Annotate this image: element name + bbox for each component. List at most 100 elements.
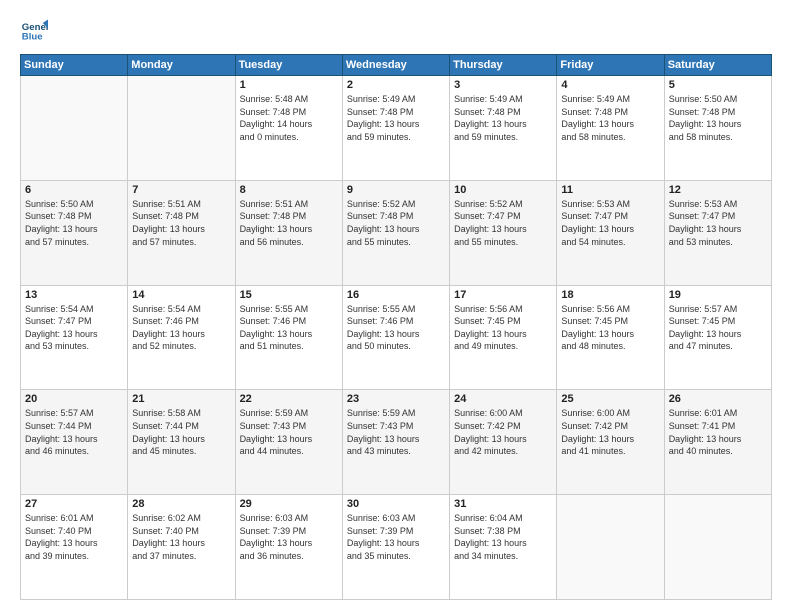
calendar-cell: 20 Sunrise: 5:57 AM Sunset: 7:44 PM Dayli… (21, 390, 128, 495)
calendar-cell: 21 Sunrise: 5:58 AM Sunset: 7:44 PM Dayli… (128, 390, 235, 495)
day-number: 28 (132, 498, 230, 510)
day-number: 18 (561, 289, 659, 301)
calendar-cell: 28 Sunrise: 6:02 AM Sunset: 7:40 PM Dayli… (128, 495, 235, 600)
calendar-table: SundayMondayTuesdayWednesdayThursdayFrid… (20, 54, 772, 600)
day-number: 4 (561, 79, 659, 91)
day-number: 21 (132, 393, 230, 405)
calendar-cell: 3 Sunrise: 5:49 AM Sunset: 7:48 PM Daylig… (450, 76, 557, 181)
calendar-cell: 11 Sunrise: 5:53 AM Sunset: 7:47 PM Dayli… (557, 180, 664, 285)
day-info: Sunrise: 6:03 AM Sunset: 7:39 PM Dayligh… (347, 512, 445, 562)
calendar-cell (128, 76, 235, 181)
day-number: 27 (25, 498, 123, 510)
day-number: 29 (240, 498, 338, 510)
calendar-cell: 12 Sunrise: 5:53 AM Sunset: 7:47 PM Dayli… (664, 180, 771, 285)
day-info: Sunrise: 5:48 AM Sunset: 7:48 PM Dayligh… (240, 93, 338, 143)
day-info: Sunrise: 5:59 AM Sunset: 7:43 PM Dayligh… (240, 407, 338, 457)
weekday-header-saturday: Saturday (664, 55, 771, 76)
calendar-cell: 22 Sunrise: 5:59 AM Sunset: 7:43 PM Dayli… (235, 390, 342, 495)
calendar-cell: 19 Sunrise: 5:57 AM Sunset: 7:45 PM Dayli… (664, 285, 771, 390)
day-number: 24 (454, 393, 552, 405)
calendar-cell: 1Sunrise: 5:48 AM Sunset: 7:48 PM Daylig… (235, 76, 342, 181)
day-info: Sunrise: 5:52 AM Sunset: 7:47 PM Dayligh… (454, 198, 552, 248)
day-number: 5 (669, 79, 767, 91)
day-number: 19 (669, 289, 767, 301)
calendar-cell: 16 Sunrise: 5:55 AM Sunset: 7:46 PM Dayli… (342, 285, 449, 390)
svg-text:Blue: Blue (22, 32, 43, 43)
calendar-cell: 6Sunrise: 5:50 AM Sunset: 7:48 PM Daylig… (21, 180, 128, 285)
weekday-header-sunday: Sunday (21, 55, 128, 76)
day-info: Sunrise: 5:57 AM Sunset: 7:44 PM Dayligh… (25, 407, 123, 457)
day-info: Sunrise: 5:49 AM Sunset: 7:48 PM Dayligh… (454, 93, 552, 143)
calendar-cell: 31 Sunrise: 6:04 AM Sunset: 7:38 PM Dayli… (450, 495, 557, 600)
day-number: 25 (561, 393, 659, 405)
weekday-header-wednesday: Wednesday (342, 55, 449, 76)
day-number: 22 (240, 393, 338, 405)
day-number: 14 (132, 289, 230, 301)
weekday-header-monday: Monday (128, 55, 235, 76)
day-number: 3 (454, 79, 552, 91)
day-info: Sunrise: 5:58 AM Sunset: 7:44 PM Dayligh… (132, 407, 230, 457)
day-info: Sunrise: 5:55 AM Sunset: 7:46 PM Dayligh… (347, 303, 445, 353)
day-info: Sunrise: 5:50 AM Sunset: 7:48 PM Dayligh… (669, 93, 767, 143)
day-info: Sunrise: 5:53 AM Sunset: 7:47 PM Dayligh… (669, 198, 767, 248)
day-info: Sunrise: 6:00 AM Sunset: 7:42 PM Dayligh… (561, 407, 659, 457)
day-info: Sunrise: 6:04 AM Sunset: 7:38 PM Dayligh… (454, 512, 552, 562)
day-number: 9 (347, 184, 445, 196)
day-info: Sunrise: 6:01 AM Sunset: 7:40 PM Dayligh… (25, 512, 123, 562)
calendar-cell: 4 Sunrise: 5:49 AM Sunset: 7:48 PM Daylig… (557, 76, 664, 181)
day-number: 20 (25, 393, 123, 405)
calendar-cell: 14 Sunrise: 5:54 AM Sunset: 7:46 PM Dayli… (128, 285, 235, 390)
calendar-cell: 29 Sunrise: 6:03 AM Sunset: 7:39 PM Dayli… (235, 495, 342, 600)
day-number: 26 (669, 393, 767, 405)
day-info: Sunrise: 5:56 AM Sunset: 7:45 PM Dayligh… (561, 303, 659, 353)
day-number: 15 (240, 289, 338, 301)
day-info: Sunrise: 5:51 AM Sunset: 7:48 PM Dayligh… (132, 198, 230, 248)
calendar-cell: 27 Sunrise: 6:01 AM Sunset: 7:40 PM Dayli… (21, 495, 128, 600)
day-number: 2 (347, 79, 445, 91)
logo: General Blue (20, 16, 48, 44)
calendar-cell: 25 Sunrise: 6:00 AM Sunset: 7:42 PM Dayli… (557, 390, 664, 495)
day-number: 16 (347, 289, 445, 301)
weekday-header-friday: Friday (557, 55, 664, 76)
day-number: 7 (132, 184, 230, 196)
day-number: 12 (669, 184, 767, 196)
day-info: Sunrise: 5:54 AM Sunset: 7:46 PM Dayligh… (132, 303, 230, 353)
calendar-cell: 17 Sunrise: 5:56 AM Sunset: 7:45 PM Dayli… (450, 285, 557, 390)
day-info: Sunrise: 6:02 AM Sunset: 7:40 PM Dayligh… (132, 512, 230, 562)
day-number: 30 (347, 498, 445, 510)
day-info: Sunrise: 5:51 AM Sunset: 7:48 PM Dayligh… (240, 198, 338, 248)
day-number: 23 (347, 393, 445, 405)
calendar-cell (21, 76, 128, 181)
day-number: 6 (25, 184, 123, 196)
day-info: Sunrise: 5:57 AM Sunset: 7:45 PM Dayligh… (669, 303, 767, 353)
day-info: Sunrise: 5:52 AM Sunset: 7:48 PM Dayligh… (347, 198, 445, 248)
day-number: 31 (454, 498, 552, 510)
day-number: 11 (561, 184, 659, 196)
day-info: Sunrise: 5:55 AM Sunset: 7:46 PM Dayligh… (240, 303, 338, 353)
day-info: Sunrise: 6:01 AM Sunset: 7:41 PM Dayligh… (669, 407, 767, 457)
day-info: Sunrise: 5:53 AM Sunset: 7:47 PM Dayligh… (561, 198, 659, 248)
calendar-cell: 5 Sunrise: 5:50 AM Sunset: 7:48 PM Daylig… (664, 76, 771, 181)
calendar-cell: 13Sunrise: 5:54 AM Sunset: 7:47 PM Dayli… (21, 285, 128, 390)
calendar-cell: 24 Sunrise: 6:00 AM Sunset: 7:42 PM Dayli… (450, 390, 557, 495)
calendar-cell: 7 Sunrise: 5:51 AM Sunset: 7:48 PM Daylig… (128, 180, 235, 285)
calendar-cell: 26 Sunrise: 6:01 AM Sunset: 7:41 PM Dayli… (664, 390, 771, 495)
day-info: Sunrise: 5:56 AM Sunset: 7:45 PM Dayligh… (454, 303, 552, 353)
calendar-cell: 9 Sunrise: 5:52 AM Sunset: 7:48 PM Daylig… (342, 180, 449, 285)
weekday-header-tuesday: Tuesday (235, 55, 342, 76)
day-number: 8 (240, 184, 338, 196)
day-info: Sunrise: 5:59 AM Sunset: 7:43 PM Dayligh… (347, 407, 445, 457)
calendar-cell: 15 Sunrise: 5:55 AM Sunset: 7:46 PM Dayli… (235, 285, 342, 390)
day-number: 17 (454, 289, 552, 301)
day-info: Sunrise: 5:49 AM Sunset: 7:48 PM Dayligh… (347, 93, 445, 143)
calendar-cell: 18 Sunrise: 5:56 AM Sunset: 7:45 PM Dayli… (557, 285, 664, 390)
calendar-cell: 8 Sunrise: 5:51 AM Sunset: 7:48 PM Daylig… (235, 180, 342, 285)
calendar-cell: 30 Sunrise: 6:03 AM Sunset: 7:39 PM Dayli… (342, 495, 449, 600)
calendar-cell: 23 Sunrise: 5:59 AM Sunset: 7:43 PM Dayli… (342, 390, 449, 495)
calendar-cell (664, 495, 771, 600)
day-info: Sunrise: 6:03 AM Sunset: 7:39 PM Dayligh… (240, 512, 338, 562)
calendar-cell: 10Sunrise: 5:52 AM Sunset: 7:47 PM Dayli… (450, 180, 557, 285)
day-info: Sunrise: 6:00 AM Sunset: 7:42 PM Dayligh… (454, 407, 552, 457)
calendar-cell (557, 495, 664, 600)
day-info: Sunrise: 5:49 AM Sunset: 7:48 PM Dayligh… (561, 93, 659, 143)
